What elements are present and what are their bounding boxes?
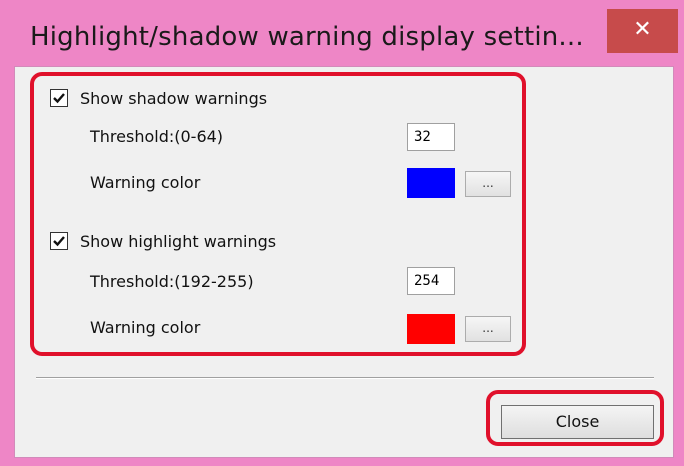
check-icon <box>53 93 65 104</box>
close-button[interactable]: Close <box>501 405 654 439</box>
dialog-content <box>14 66 674 458</box>
highlight-color-picker-button[interactable]: ... <box>465 316 511 342</box>
highlight-threshold-label: Threshold:(192-255) <box>90 272 254 291</box>
shadow-warnings-checkbox[interactable] <box>50 89 68 107</box>
highlight-warnings-label: Show highlight warnings <box>80 232 277 251</box>
shadow-warnings-label: Show shadow warnings <box>80 89 268 108</box>
highlight-color-swatch <box>407 314 455 344</box>
shadow-color-picker-button[interactable]: ... <box>465 171 511 197</box>
highlight-threshold-input[interactable] <box>407 267 455 295</box>
window-close-button[interactable]: ✕ <box>607 9 678 53</box>
window-title: Highlight/shadow warning display settin.… <box>30 22 584 52</box>
highlight-color-label: Warning color <box>90 318 201 337</box>
separator-line <box>36 377 654 379</box>
shadow-color-label: Warning color <box>90 173 201 192</box>
shadow-threshold-input[interactable] <box>407 123 455 151</box>
close-icon: ✕ <box>633 17 652 42</box>
highlight-warnings-checkbox[interactable] <box>50 232 68 250</box>
title-bar: Highlight/shadow warning display settin.… <box>0 0 684 66</box>
shadow-threshold-label: Threshold:(0-64) <box>90 127 224 146</box>
check-icon <box>53 236 65 247</box>
shadow-color-swatch <box>407 168 455 198</box>
dialog-window: Highlight/shadow warning display settin.… <box>0 0 684 466</box>
